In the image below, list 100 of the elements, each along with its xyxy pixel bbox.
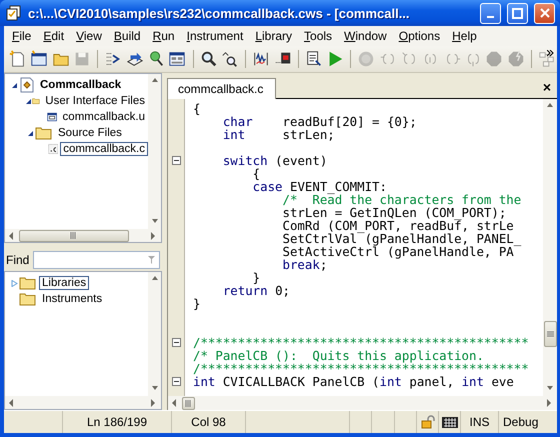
insert-mode: INS xyxy=(469,415,490,429)
stack-arrow-icon xyxy=(126,50,144,68)
scroll-right-icon[interactable] xyxy=(546,399,554,407)
grip-icon xyxy=(184,400,192,406)
find-label: Find xyxy=(6,253,30,267)
keyboard-icon xyxy=(442,416,458,428)
scroll-left-icon[interactable] xyxy=(8,232,16,240)
c-file-icon xyxy=(48,141,58,157)
stop-icon xyxy=(485,50,504,68)
editor-tab[interactable]: commcallback.c xyxy=(167,78,276,99)
code-line: /* Read the characters from the xyxy=(282,193,522,206)
close-button[interactable] xyxy=(534,2,555,24)
menu-item[interactable]: Library xyxy=(249,29,298,43)
vertical-scrollbar[interactable] xyxy=(543,99,557,396)
scroll-right-icon[interactable] xyxy=(150,232,158,240)
tree-item[interactable]: Libraries xyxy=(39,276,90,290)
code-line: case EVENT_COMMIT: xyxy=(252,180,387,193)
code-line: switch (event) xyxy=(222,154,328,167)
scroll-right-icon[interactable] xyxy=(150,398,158,406)
scroll-thumb[interactable] xyxy=(544,321,557,347)
line-indicator: Ln 186/199 xyxy=(86,415,148,429)
app-icon xyxy=(6,5,22,21)
minimize-button[interactable] xyxy=(480,2,501,24)
menu-item[interactable]: Edit xyxy=(37,29,70,43)
code-line: char readBuf[20] = {0}; xyxy=(222,115,417,128)
scroll-up-icon[interactable] xyxy=(150,275,158,283)
menu-item[interactable]: Build xyxy=(108,29,147,43)
grip-icon xyxy=(70,232,78,239)
collapse-icon[interactable] xyxy=(172,338,180,347)
maximize-icon xyxy=(512,8,523,18)
tree-item[interactable]: commcallback.u xyxy=(60,110,148,124)
new-window-icon xyxy=(30,50,48,68)
menu-item[interactable]: File xyxy=(6,29,38,43)
scroll-thumb[interactable] xyxy=(182,396,195,410)
code-line: ComRd (COM_PORT, readBuf, strLe xyxy=(282,219,514,232)
tree-item[interactable]: commcallback.c xyxy=(60,142,148,156)
code-line: int CVICALLBACK PanelCB (int panel, int eve xyxy=(193,375,514,388)
build-configuration: Debug xyxy=(503,415,538,429)
collapse-icon[interactable] xyxy=(26,130,34,136)
collapse-icon[interactable] xyxy=(25,98,32,104)
menu-item[interactable]: View xyxy=(70,29,108,43)
menu-item[interactable]: Window xyxy=(338,29,393,43)
panel-icon xyxy=(168,50,186,68)
tree-item[interactable]: User Interface Files xyxy=(42,94,148,108)
tree-item[interactable]: Commcallback xyxy=(37,78,124,92)
save-icon xyxy=(73,50,92,68)
tree-item[interactable]: Source Files xyxy=(55,126,125,140)
list-arrow-icon xyxy=(104,50,122,68)
scroll-up-icon[interactable] xyxy=(546,102,554,110)
replace-icon xyxy=(220,50,239,68)
search-icon xyxy=(200,50,218,68)
collapse-icon[interactable] xyxy=(172,156,180,165)
code-line: SetCtrlVal (gPanelHandle, PANEL_ xyxy=(282,232,522,245)
horizontal-scrollbar[interactable] xyxy=(5,229,161,242)
waveform-icon xyxy=(252,50,270,68)
window-title: c:\...\CVI2010\samples\rs232\commcallback.cws - [commcall... xyxy=(28,6,411,20)
vertical-scrollbar[interactable] xyxy=(148,272,161,396)
folder-icon xyxy=(19,276,37,290)
project-icon xyxy=(19,77,35,93)
code-line: } xyxy=(252,271,260,284)
code-line: SetActiveCtrl (gPanelHandle, PA xyxy=(282,245,514,258)
column-indicator: Col 98 xyxy=(191,415,226,429)
lock-icon xyxy=(420,415,434,429)
scroll-left-icon[interactable] xyxy=(8,398,16,406)
code-line: { xyxy=(193,102,200,115)
menu-item[interactable]: Options xyxy=(392,29,446,43)
code-line: break; xyxy=(282,258,328,271)
minimize-icon xyxy=(487,16,494,18)
vertical-scrollbar[interactable] xyxy=(148,74,161,229)
hierarchy-icon xyxy=(538,50,556,68)
expand-icon[interactable] xyxy=(10,280,18,286)
code-line: } xyxy=(193,297,200,310)
menu-item[interactable]: Run xyxy=(146,29,181,43)
find-field[interactable] xyxy=(33,251,160,269)
code-line: /******************************************** xyxy=(193,336,529,349)
horizontal-scrollbar[interactable] xyxy=(5,396,161,409)
scroll-left-icon[interactable] xyxy=(171,399,179,407)
restore-button[interactable] xyxy=(507,2,528,24)
chevron-icon[interactable] xyxy=(547,50,554,57)
code-line: return 0; xyxy=(222,284,290,297)
close-tab-button[interactable]: × xyxy=(542,79,551,95)
collapse-icon[interactable] xyxy=(10,82,18,88)
code-line: /******************************************** xyxy=(193,362,529,375)
document-arrow-icon xyxy=(304,50,323,68)
collapse-icon[interactable] xyxy=(172,377,180,386)
folder-icon xyxy=(19,292,37,306)
menu-item[interactable]: Instrument xyxy=(180,29,250,43)
grip-icon xyxy=(547,331,554,337)
code-line: { xyxy=(252,167,260,180)
code-line: strLen = GetInQLen (COM_PORT); xyxy=(282,206,506,219)
scroll-thumb[interactable] xyxy=(19,230,129,242)
horizontal-scrollbar[interactable] xyxy=(167,396,557,410)
folder-icon xyxy=(35,126,53,140)
tree-item[interactable]: Instruments xyxy=(39,292,106,306)
go-icon xyxy=(357,50,376,68)
menu-item[interactable]: Tools xyxy=(298,29,338,43)
scroll-up-icon[interactable] xyxy=(150,77,158,85)
menu-item[interactable]: Help xyxy=(446,29,483,43)
stop-lightning-icon xyxy=(506,50,525,68)
code-line: /* PanelCB (): Quits this application. xyxy=(193,349,484,362)
